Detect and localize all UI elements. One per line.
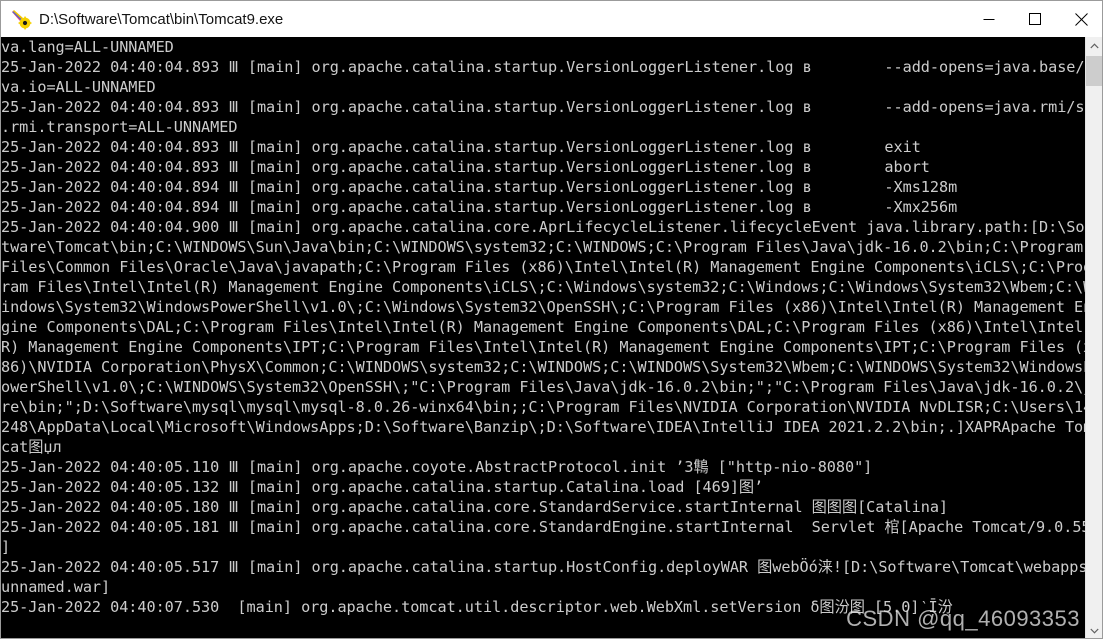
close-button[interactable] — [1058, 1, 1102, 37]
terminal-log-text: va.lang=ALL-UNNAMED 25-Jan-2022 04:40:04… — [1, 38, 1087, 616]
vertical-scrollbar[interactable] — [1085, 37, 1102, 638]
minimize-button[interactable] — [966, 1, 1012, 37]
maximize-button[interactable] — [1012, 1, 1058, 37]
minimize-icon — [983, 19, 995, 20]
terminal-output-area[interactable]: va.lang=ALL-UNNAMED 25-Jan-2022 04:40:04… — [1, 37, 1087, 638]
tomcat-feather-icon — [12, 10, 32, 30]
scroll-up-button[interactable] — [1086, 37, 1102, 54]
chevron-down-icon — [1089, 628, 1099, 634]
title-bar[interactable]: D:\Software\Tomcat\bin\Tomcat9.exe — [1, 1, 1102, 37]
close-icon — [1074, 12, 1088, 26]
window-controls — [966, 1, 1102, 37]
maximize-icon — [1029, 13, 1041, 25]
scrollbar-thumb[interactable] — [1086, 56, 1102, 86]
chevron-up-icon — [1089, 42, 1099, 48]
console-window: D:\Software\Tomcat\bin\Tomcat9.exe va.la… — [0, 0, 1103, 639]
scroll-down-button[interactable] — [1086, 622, 1102, 638]
window-title: D:\Software\Tomcat\bin\Tomcat9.exe — [39, 10, 284, 28]
